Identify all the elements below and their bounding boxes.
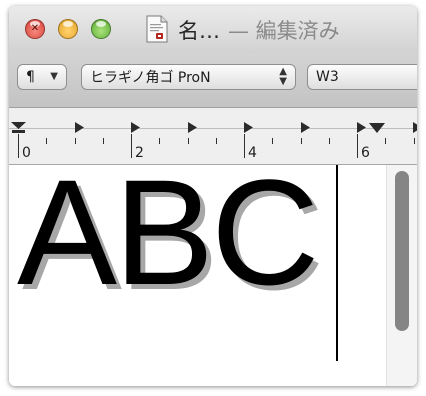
font-family-value: ヒラギノ角ゴ ProN xyxy=(90,70,211,86)
left-indent-marker[interactable] xyxy=(11,122,26,129)
tab-stop-icon[interactable] xyxy=(301,122,310,133)
tab-stop-icon[interactable] xyxy=(244,122,253,133)
first-line-indent-marker[interactable] xyxy=(12,130,25,133)
paragraph-label: ¶ xyxy=(26,69,35,85)
tab-stop-icon[interactable] xyxy=(75,122,84,133)
font-weight-select[interactable]: W3 ▲▼ xyxy=(307,64,417,90)
scrollbar-thumb[interactable] xyxy=(395,171,409,331)
vertical-scrollbar[interactable] xyxy=(386,165,417,386)
close-button[interactable]: ✕ xyxy=(25,19,45,39)
font-family-select[interactable]: ヒラギノ角ゴ ProN ▲ ▼ xyxy=(81,64,296,90)
title-bar: ✕ 名… — 編集済み xyxy=(9,6,417,53)
tab-stop-icon[interactable] xyxy=(131,122,140,133)
minimize-button[interactable] xyxy=(58,19,78,39)
tab-stop-icon[interactable] xyxy=(188,122,197,133)
document-icon[interactable] xyxy=(146,15,168,43)
stepper-icon: ▲ ▼ xyxy=(279,66,287,87)
window-title: 名… — 編集済み xyxy=(178,16,340,44)
document-name: 名… xyxy=(178,19,220,43)
text-cursor xyxy=(336,165,338,361)
format-toolbar: ¶ ▼ ヒラギノ角ゴ ProN ▲▼ W3 ▲▼ xyxy=(9,53,417,108)
document-text[interactable]: ABC xyxy=(17,157,319,307)
font-weight-value: W3 xyxy=(316,69,339,85)
minimize-icon xyxy=(63,21,73,27)
edited-status: — 編集済み xyxy=(228,19,340,43)
close-icon: ✕ xyxy=(30,23,40,34)
ruler-label-6: 6 xyxy=(361,145,370,161)
chevron-down-icon: ▼ xyxy=(50,71,58,82)
tab-stop-icon[interactable] xyxy=(357,122,366,133)
zoom-button[interactable] xyxy=(91,19,111,39)
tab-stop-icon[interactable] xyxy=(413,122,417,133)
paragraph-style-button[interactable]: ¶ ▼ xyxy=(17,64,67,90)
app-window: ✕ 名… — 編集済み ¶ ▼ ヒラギノ角ゴ ProN ▲ ▼ W3 0 2 4… xyxy=(9,6,417,386)
zoom-icon xyxy=(96,21,106,27)
document-text-area[interactable]: ABC xyxy=(9,157,417,386)
